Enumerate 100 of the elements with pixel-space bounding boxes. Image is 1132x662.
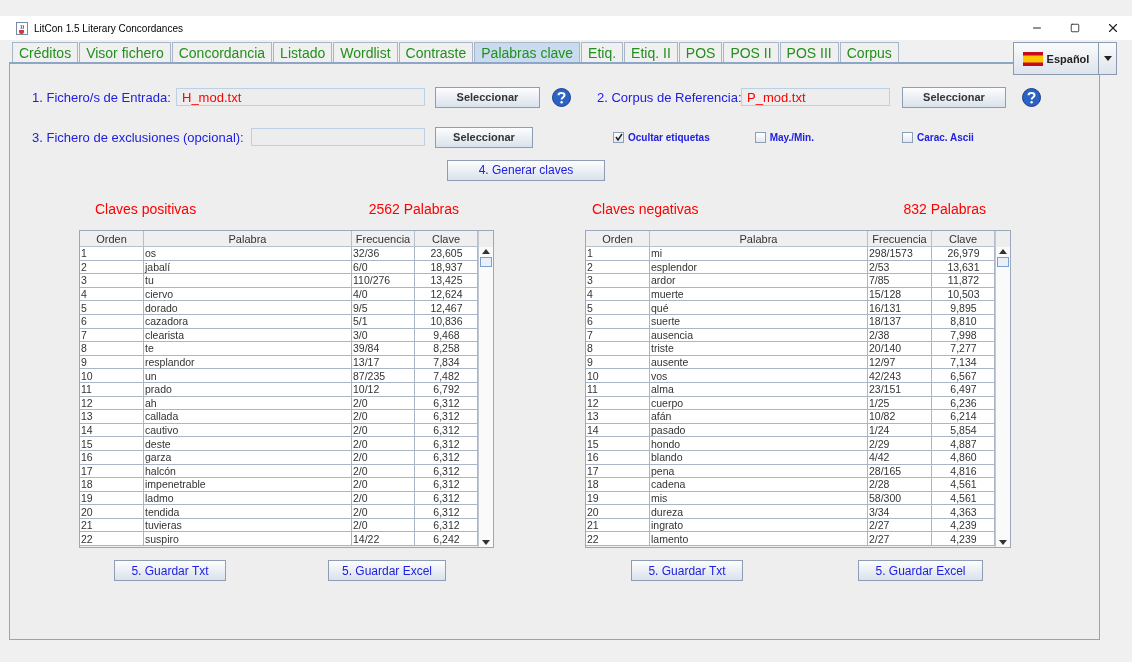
table-cell: 9,895 bbox=[932, 301, 995, 315]
table-cell: 10/82 bbox=[868, 410, 932, 424]
help-icon[interactable] bbox=[552, 87, 571, 107]
results-title: Claves positivas bbox=[95, 201, 197, 217]
save-button[interactable]: 5. Guardar Txt bbox=[114, 560, 226, 581]
table-cell: 2/0 bbox=[352, 437, 415, 451]
table-cell: qué bbox=[650, 301, 868, 315]
table-cell: ardor bbox=[650, 274, 868, 288]
tab[interactable]: Etiq. II bbox=[624, 42, 678, 63]
table-cell: dorado bbox=[144, 301, 352, 315]
tab[interactable]: Visor fichero bbox=[79, 42, 171, 63]
checkbox-label: Ocultar etiquetas bbox=[628, 131, 710, 143]
column-header[interactable]: Frecuencia bbox=[868, 231, 932, 247]
scrollbar[interactable] bbox=[996, 247, 1010, 547]
scroll-thumb[interactable] bbox=[480, 257, 492, 267]
table-cell: 4,887 bbox=[932, 437, 995, 451]
table-cell: 5 bbox=[80, 301, 144, 315]
table-cell: 7,277 bbox=[932, 342, 995, 356]
table-cell: 23,605 bbox=[415, 247, 478, 261]
table-cell: 14/22 bbox=[352, 532, 415, 547]
tab[interactable]: Listado bbox=[273, 42, 333, 63]
table-cell: 18 bbox=[80, 478, 144, 492]
generate-button[interactable]: 4. Generar claves bbox=[447, 159, 605, 181]
table-cell: 2/0 bbox=[352, 505, 415, 519]
table-cell: 87/235 bbox=[352, 369, 415, 383]
table-cell: tu bbox=[144, 274, 352, 288]
table-cell: 6,567 bbox=[932, 369, 995, 383]
table-cell: hondo bbox=[650, 437, 868, 451]
help-icon[interactable] bbox=[1022, 87, 1041, 107]
table-cell: lamento bbox=[650, 532, 868, 547]
column-header[interactable]: Orden bbox=[586, 231, 650, 247]
table-cell: 2/29 bbox=[868, 437, 932, 451]
column-header[interactable]: Palabra bbox=[144, 231, 352, 247]
column-header[interactable]: Frecuencia bbox=[352, 231, 415, 247]
table-cell: tendida bbox=[144, 505, 352, 519]
tab[interactable]: Contraste bbox=[398, 42, 474, 63]
scrollbar[interactable] bbox=[479, 247, 493, 547]
table-cell: mi bbox=[650, 247, 868, 261]
tab[interactable]: POS bbox=[678, 42, 723, 63]
scroll-down-arrow-icon[interactable] bbox=[999, 540, 1007, 545]
input-field[interactable] bbox=[251, 128, 425, 146]
tab[interactable]: Etiq. bbox=[581, 42, 624, 63]
table-cell: 20/140 bbox=[868, 342, 932, 356]
table-cell: 3/34 bbox=[868, 505, 932, 519]
checkbox[interactable] bbox=[901, 131, 913, 143]
checkbox[interactable] bbox=[613, 131, 624, 143]
column-header[interactable]: Clave bbox=[932, 231, 995, 247]
table-cell: 20 bbox=[586, 505, 650, 519]
table-cell: 10 bbox=[586, 369, 650, 383]
table-cell: 2/27 bbox=[868, 532, 932, 547]
close-icon[interactable] bbox=[1106, 21, 1120, 35]
table-cell: 22 bbox=[80, 532, 144, 547]
table-cell: 9/5 bbox=[352, 301, 415, 315]
column-header[interactable]: Clave bbox=[415, 231, 478, 247]
scroll-up-arrow-icon[interactable] bbox=[482, 249, 490, 254]
scroll-thumb[interactable] bbox=[997, 257, 1009, 267]
tab[interactable]: Corpus bbox=[839, 42, 899, 63]
scroll-up-arrow-icon[interactable] bbox=[999, 249, 1007, 254]
table-cell: 15 bbox=[80, 437, 144, 451]
field-label: 1. Fichero/s de Entrada: bbox=[32, 89, 172, 105]
maximize-icon[interactable] bbox=[1070, 23, 1080, 33]
table-cell: 2/0 bbox=[352, 410, 415, 424]
window-title: LitCon 1.5 Literary Concordances bbox=[34, 22, 184, 34]
field-label: 2. Corpus de Referencia: bbox=[597, 89, 741, 105]
language-button[interactable]: Español bbox=[1013, 42, 1099, 75]
table-cell: vos bbox=[650, 369, 868, 383]
results-title: Claves negativas bbox=[592, 201, 699, 217]
table-cell: 5 bbox=[586, 301, 650, 315]
word-count: 832 Palabras bbox=[903, 201, 986, 217]
table-cell: 16/131 bbox=[868, 301, 932, 315]
table-cell: 26,979 bbox=[932, 247, 995, 261]
table-cell: 6,214 bbox=[932, 410, 995, 424]
save-button[interactable]: 5. Guardar Txt bbox=[631, 560, 743, 581]
table-cell: un bbox=[144, 369, 352, 383]
java-cup-icon bbox=[16, 21, 28, 35]
scroll-down-arrow-icon[interactable] bbox=[482, 540, 490, 545]
save-button[interactable]: 5. Guardar Excel bbox=[858, 560, 983, 581]
table-cell: 4,239 bbox=[932, 532, 995, 547]
save-button[interactable]: 5. Guardar Excel bbox=[328, 560, 446, 581]
table-cell: 298/1573 bbox=[868, 247, 932, 261]
column-header[interactable]: Orden bbox=[80, 231, 144, 247]
tab[interactable]: POS II bbox=[723, 42, 779, 63]
tab[interactable]: Créditos bbox=[12, 42, 79, 63]
table-cell: 12,467 bbox=[415, 301, 478, 315]
caret-icon bbox=[1103, 56, 1112, 61]
table-cell: 6,312 bbox=[415, 437, 478, 451]
table-cell: 15 bbox=[586, 437, 650, 451]
table-cell: 8 bbox=[586, 342, 650, 356]
column-header[interactable]: Palabra bbox=[650, 231, 868, 247]
table-cell: 6,242 bbox=[415, 532, 478, 547]
dropdown-button[interactable] bbox=[1099, 42, 1117, 75]
checkbox[interactable] bbox=[754, 131, 766, 143]
tab[interactable]: POS III bbox=[779, 42, 839, 63]
table-cell: callada bbox=[144, 410, 352, 424]
tab[interactable]: Wordlist bbox=[333, 42, 398, 63]
select-button[interactable]: Seleccionar bbox=[902, 86, 1006, 108]
select-button[interactable]: Seleccionar bbox=[435, 86, 540, 108]
table-cell: impenetrable bbox=[144, 478, 352, 492]
tab[interactable]: Concordancia bbox=[171, 42, 273, 63]
select-button[interactable]: Seleccionar bbox=[435, 126, 533, 148]
